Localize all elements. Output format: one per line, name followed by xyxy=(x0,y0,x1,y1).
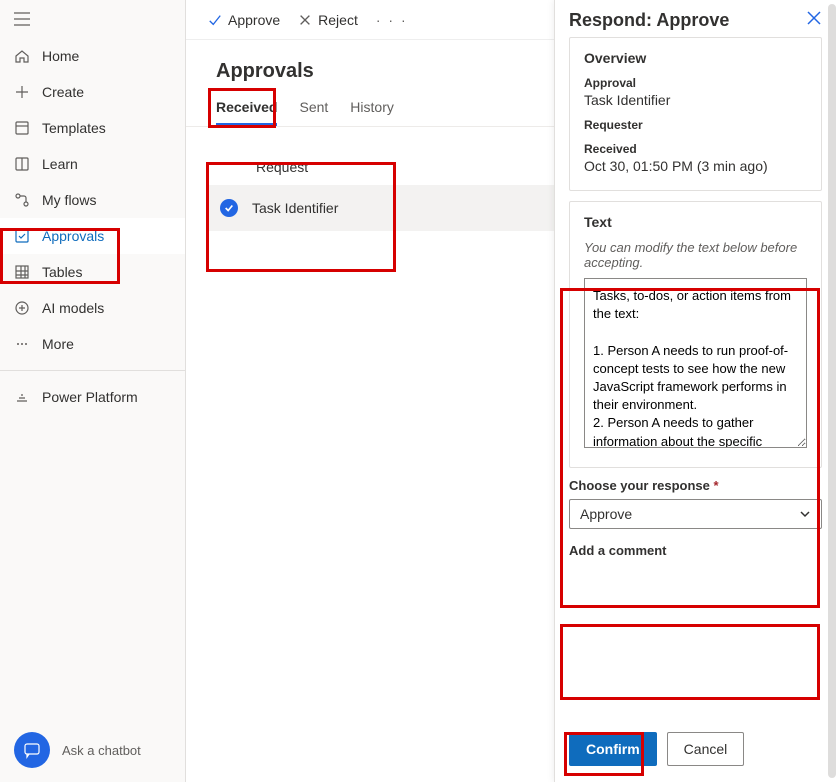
requester-label: Requester xyxy=(584,118,807,132)
text-textarea[interactable] xyxy=(584,278,807,448)
sidebar-item-label: Tables xyxy=(42,264,82,280)
approval-value: Task Identifier xyxy=(584,92,807,108)
sidebar-item-tables[interactable]: Tables xyxy=(0,254,185,290)
sidebar-item-label: Home xyxy=(42,48,79,64)
received-value: Oct 30, 01:50 PM (3 min ago) xyxy=(584,158,807,174)
sidebar-item-approvals[interactable]: Approvals xyxy=(0,218,185,254)
sidebar-item-label: Create xyxy=(42,84,84,100)
sidebar: Home Create Templates Learn My flows Approval… xyxy=(0,0,186,782)
sidebar-item-label: My flows xyxy=(42,192,96,208)
sidebar-item-create[interactable]: Create xyxy=(0,74,185,110)
text-hint: You can modify the text below before acc… xyxy=(584,240,807,270)
more-icon xyxy=(14,336,30,352)
sidebar-item-label: AI models xyxy=(42,300,104,316)
sidebar-item-label: More xyxy=(42,336,74,352)
sidebar-item-home[interactable]: Home xyxy=(0,38,185,74)
sidebar-item-ai-models[interactable]: AI models xyxy=(0,290,185,326)
response-select[interactable]: Approve xyxy=(569,499,822,529)
sidebar-item-label: Learn xyxy=(42,156,78,172)
tab-received[interactable]: Received xyxy=(216,99,277,126)
tab-history[interactable]: History xyxy=(350,99,394,126)
chatbot-button[interactable] xyxy=(14,732,50,768)
sidebar-item-learn[interactable]: Learn xyxy=(0,146,185,182)
text-heading: Text xyxy=(584,214,807,230)
plus-icon xyxy=(14,84,30,100)
tab-sent[interactable]: Sent xyxy=(299,99,328,126)
table-icon xyxy=(14,264,30,280)
sidebar-item-more[interactable]: More xyxy=(0,326,185,362)
approve-button[interactable]: Approve xyxy=(208,12,280,28)
comment-label: Add a comment xyxy=(569,543,822,558)
main-area: Approve Reject · · · Approvals ReceivedS… xyxy=(186,0,836,782)
choose-response: Choose your response * Approve xyxy=(569,478,822,529)
confirm-button[interactable]: Confirm xyxy=(569,732,657,766)
close-icon[interactable] xyxy=(806,10,822,29)
overview-card: Overview Approval Task Identifier Reques… xyxy=(569,37,822,191)
sidebar-item-power-platform[interactable]: Power Platform xyxy=(0,379,185,415)
choose-label: Choose your response * xyxy=(569,478,822,493)
chatbot-label: Ask a chatbot xyxy=(62,743,141,758)
sidebar-item-label: Approvals xyxy=(42,228,104,244)
sidebar-item-label: Templates xyxy=(42,120,106,136)
sidebar-item-templates[interactable]: Templates xyxy=(0,110,185,146)
row-title: Task Identifier xyxy=(252,200,338,216)
overview-heading: Overview xyxy=(584,50,807,66)
respond-panel: Respond: Approve Overview Approval Task … xyxy=(554,0,836,782)
learn-icon xyxy=(14,156,30,172)
status-check-icon xyxy=(220,199,238,217)
reject-button[interactable]: Reject xyxy=(298,12,358,28)
sidebar-item-my-flows[interactable]: My flows xyxy=(0,182,185,218)
panel-footer: Confirm Cancel xyxy=(555,722,836,782)
home-icon xyxy=(14,48,30,64)
template-icon xyxy=(14,120,30,136)
chevron-down-icon xyxy=(799,508,811,520)
reject-label: Reject xyxy=(318,12,358,28)
approve-label: Approve xyxy=(228,12,280,28)
text-card: Text You can modify the text below befor… xyxy=(569,201,822,468)
response-value: Approve xyxy=(580,506,632,522)
more-actions-icon[interactable]: · · · xyxy=(376,12,408,28)
panel-title: Respond: Approve xyxy=(569,10,729,31)
hamburger-menu-icon[interactable] xyxy=(0,6,185,38)
ai-icon xyxy=(14,300,30,316)
cancel-button[interactable]: Cancel xyxy=(667,732,745,766)
approvals-icon xyxy=(14,228,30,244)
panel-scrollbar[interactable] xyxy=(828,4,836,778)
flow-icon xyxy=(14,192,30,208)
platform-icon xyxy=(14,389,30,405)
received-label: Received xyxy=(584,142,807,156)
sidebar-item-label: Power Platform xyxy=(42,389,138,405)
approval-label: Approval xyxy=(584,76,807,90)
